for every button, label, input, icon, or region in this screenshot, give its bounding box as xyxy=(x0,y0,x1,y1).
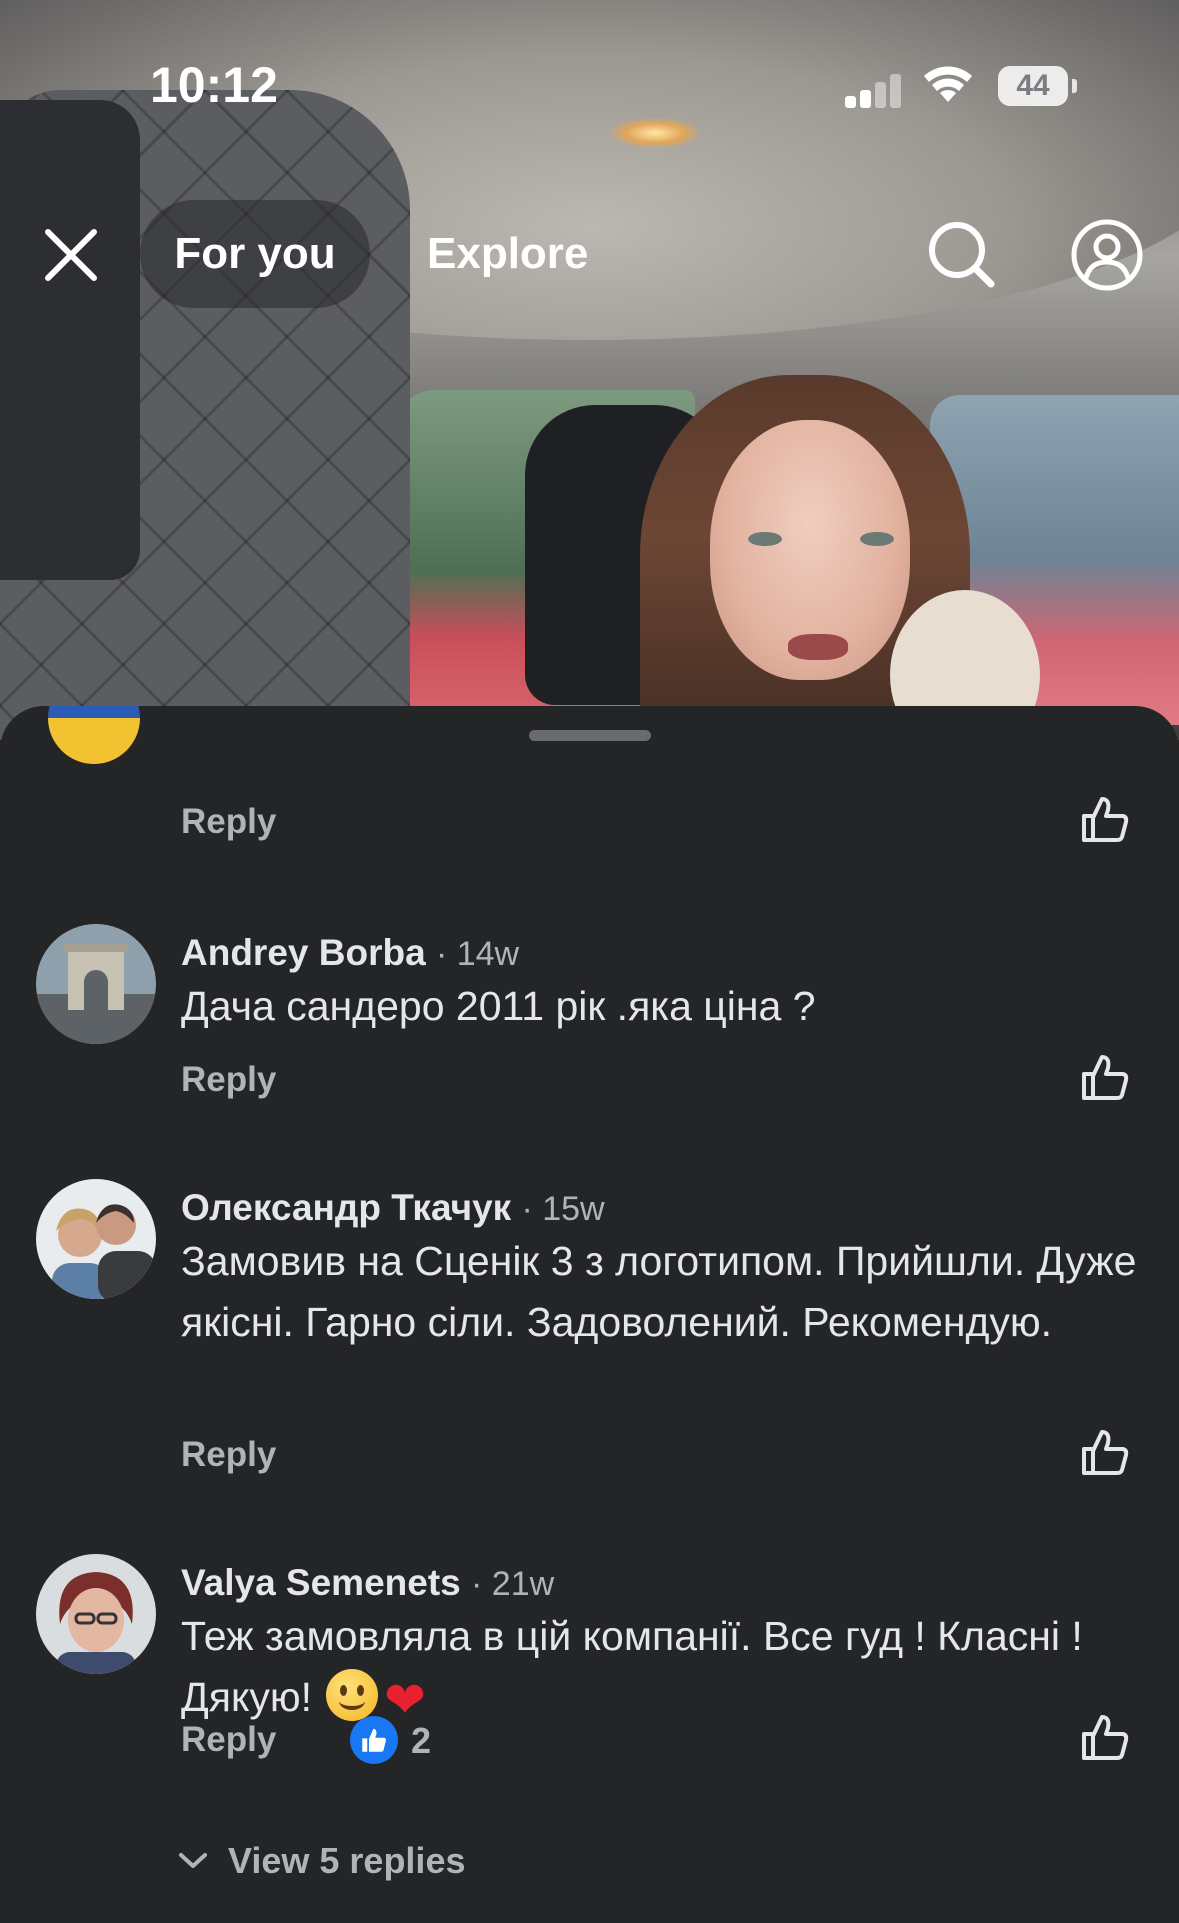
tab-for-you[interactable]: For you xyxy=(140,200,370,308)
reaction-count[interactable]: 2 xyxy=(411,1720,431,1762)
comment-text-content: Теж замовляла в цій компанії. Все гуд ! … xyxy=(181,1613,1083,1720)
avatar[interactable] xyxy=(36,924,156,1044)
avatar[interactable] xyxy=(36,1554,156,1674)
person-eye xyxy=(860,532,894,546)
thumbs-up-icon[interactable] xyxy=(1080,1712,1130,1762)
wifi-icon xyxy=(924,66,972,102)
smile-emoji-icon xyxy=(326,1669,379,1721)
thumbs-up-icon[interactable] xyxy=(1080,1427,1130,1477)
comment-author[interactable]: Олександр Ткачук xyxy=(181,1187,511,1228)
comment-author[interactable]: Andrey Borba xyxy=(181,932,426,973)
sheet-drag-handle[interactable] xyxy=(529,730,651,741)
comment-author[interactable]: Valya Semenets xyxy=(181,1562,461,1603)
ceiling-light xyxy=(610,118,700,148)
comment-time: · 14w xyxy=(435,935,520,973)
comment-time: · 15w xyxy=(521,1190,605,1228)
person-mouth xyxy=(788,634,848,660)
battery-tip xyxy=(1072,79,1077,93)
avatar[interactable] xyxy=(48,706,140,764)
battery-indicator: 44 xyxy=(998,66,1068,106)
comment-text: Теж замовляла в цій компанії. Все гуд ! … xyxy=(181,1606,1161,1731)
reply-button[interactable]: Reply xyxy=(181,1060,276,1100)
search-icon[interactable] xyxy=(925,218,997,290)
reply-button[interactable]: Reply xyxy=(181,1720,276,1760)
reply-button[interactable]: Reply xyxy=(181,1435,276,1475)
comment-text: Дача сандеро 2011 рік .яка ціна ? xyxy=(181,983,816,1029)
reaction-like-icon[interactable] xyxy=(350,1716,398,1764)
comment-meta: Valya Semenets · 21w xyxy=(181,1562,554,1604)
comment-time: · 21w xyxy=(471,1565,555,1603)
view-replies-button[interactable]: View 5 replies xyxy=(178,1840,465,1882)
status-time: 10:12 xyxy=(150,57,278,113)
comment-meta: Andrey Borba · 14w xyxy=(181,932,519,974)
comment-meta: Олександр Ткачук · 15w xyxy=(181,1187,605,1229)
profile-icon[interactable] xyxy=(1070,218,1144,292)
view-replies-label: View 5 replies xyxy=(228,1840,466,1881)
tab-explore[interactable]: Explore xyxy=(405,200,610,308)
close-icon[interactable] xyxy=(42,226,100,284)
chevron-down-icon xyxy=(179,1853,207,1868)
reply-button[interactable]: Reply xyxy=(181,802,276,842)
comment-text: Замовив на Сценік 3 з логотипом. Прийшли… xyxy=(181,1238,1137,1345)
thumbs-up-icon[interactable] xyxy=(1080,1052,1130,1102)
comments-sheet[interactable]: Reply Andrey Borba · 14w Дача сандеро 20… xyxy=(0,706,1179,1923)
cellular-signal-icon xyxy=(845,70,905,108)
avatar[interactable] xyxy=(36,1179,156,1299)
seat-back xyxy=(0,100,140,580)
person-eye xyxy=(748,532,782,546)
thumbs-up-icon[interactable] xyxy=(1080,794,1130,844)
